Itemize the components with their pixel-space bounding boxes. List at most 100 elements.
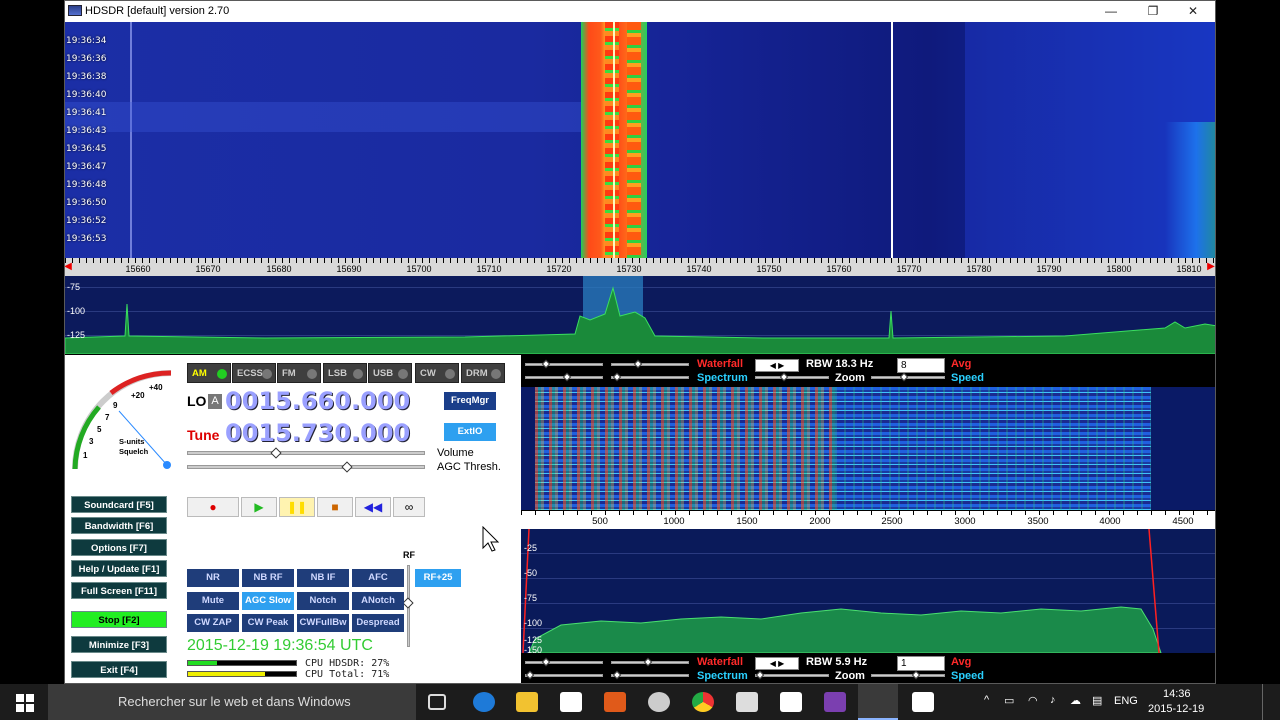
slider-knob[interactable]: [755, 670, 765, 680]
agc-threshold-slider-knob[interactable]: [341, 461, 353, 473]
slider-knob[interactable]: [911, 670, 921, 680]
despread-button[interactable]: Despread: [352, 614, 404, 632]
anotch-button[interactable]: ANotch: [352, 592, 404, 610]
audio-frequency-ruler[interactable]: 500 1000 1500 2000 2500 3000 3500 4000 4…: [521, 510, 1215, 529]
show-desktop-button[interactable]: [1262, 684, 1263, 720]
volume-slider[interactable]: [187, 451, 425, 455]
app-icon[interactable]: [912, 692, 934, 712]
volume-slider-knob[interactable]: [270, 447, 282, 459]
freqmgr-button[interactable]: FreqMgr: [444, 392, 496, 410]
tune-frequency-display[interactable]: 0015.730.000: [225, 419, 410, 447]
speed-slider[interactable]: [871, 674, 945, 677]
mode-lsb-button[interactable]: LSB: [323, 363, 367, 383]
notification-icon[interactable]: ▤: [1092, 694, 1102, 707]
rbw-stepper[interactable]: ◀ ▶: [755, 657, 799, 670]
nb-if-button[interactable]: NB IF: [297, 569, 349, 587]
cw-zap-button[interactable]: CW ZAP: [187, 614, 239, 632]
avg-select[interactable]: 1: [897, 656, 945, 671]
rf-plus-25-button[interactable]: RF+25: [415, 569, 461, 587]
slider-knob[interactable]: [643, 657, 653, 667]
rbw-stepper[interactable]: ◀ ▶: [755, 359, 799, 372]
mute-button[interactable]: Mute: [187, 592, 239, 610]
chrome-browser-icon[interactable]: [692, 692, 714, 712]
stop-recording-button[interactable]: ■: [317, 497, 353, 517]
taskbar-time[interactable]: 14:36: [1163, 688, 1191, 700]
agc-slow-button[interactable]: AGC Slow: [242, 592, 294, 610]
afc-button[interactable]: AFC: [352, 569, 404, 587]
battery-icon[interactable]: ▭: [1004, 694, 1014, 707]
mode-fm-button[interactable]: FM: [277, 363, 321, 383]
volume-icon[interactable]: ♪: [1050, 694, 1056, 706]
options-button[interactable]: Options [F7]: [71, 539, 167, 556]
notch-button[interactable]: Notch: [297, 592, 349, 610]
tray-expand-icon[interactable]: ^: [984, 694, 989, 706]
edge-browser-icon[interactable]: [473, 692, 495, 712]
spectrum-contrast-slider[interactable]: [525, 674, 603, 677]
slider-knob[interactable]: [612, 372, 622, 382]
windows-start-icon[interactable]: [16, 694, 34, 712]
slider-knob[interactable]: [525, 670, 535, 680]
media-player-icon[interactable]: [604, 692, 626, 712]
pause-button[interactable]: ❚❚: [279, 497, 315, 517]
cloud-icon[interactable]: ☁: [1070, 694, 1081, 707]
help-update-button[interactable]: Help / Update [F1]: [71, 560, 167, 577]
audio-waterfall[interactable]: [521, 387, 1215, 510]
slider-knob[interactable]: [779, 372, 789, 382]
taskbar-search-box[interactable]: Rechercher sur le web et dans Windows: [48, 684, 416, 720]
mode-drm-button[interactable]: DRM: [461, 363, 505, 383]
mode-am-button[interactable]: AM: [187, 363, 231, 383]
soundcard-button[interactable]: Soundcard [F5]: [71, 496, 167, 513]
minimize-button[interactable]: —: [1091, 3, 1131, 21]
lo-frequency-display[interactable]: 0015.660.000: [225, 387, 410, 415]
loop-button[interactable]: ∞: [393, 497, 425, 517]
app-icon[interactable]: [736, 692, 758, 712]
nr-button[interactable]: NR: [187, 569, 239, 587]
zoom-slider[interactable]: [755, 674, 829, 677]
mode-usb-button[interactable]: USB: [368, 363, 412, 383]
agc-threshold-slider[interactable]: [187, 465, 425, 469]
mode-ecss-button[interactable]: ECSS: [232, 363, 276, 383]
close-button[interactable]: ✕: [1173, 3, 1213, 21]
cw-fullbw-button[interactable]: CWFullBw: [297, 614, 349, 632]
slider-knob[interactable]: [541, 359, 551, 369]
taskbar-date[interactable]: 2015-12-19: [1148, 703, 1204, 715]
rf-waterfall[interactable]: 19:36:34 19:36:36 19:36:38 19:36:40 19:3…: [65, 22, 1215, 258]
minimize-app-button[interactable]: Minimize [F3]: [71, 636, 167, 653]
avg-select[interactable]: 8: [897, 358, 945, 373]
rf-spectrum[interactable]: -75 -100 -125: [65, 276, 1215, 354]
audio-spectrum[interactable]: -25 -50 -75 -100 -125 -150: [521, 529, 1215, 653]
lo-vfo-badge[interactable]: A: [208, 394, 222, 409]
language-indicator[interactable]: ENG: [1114, 695, 1138, 707]
nb-rf-button[interactable]: NB RF: [242, 569, 294, 587]
waterfall-contrast-slider[interactable]: [525, 363, 603, 366]
exit-button[interactable]: Exit [F4]: [71, 661, 167, 678]
bandwidth-button[interactable]: Bandwidth [F6]: [71, 517, 167, 534]
rf-frequency-ruler[interactable]: ◀ ▶ 15660 15670 15680 15690 15700 15710 …: [65, 258, 1215, 276]
zoom-slider[interactable]: [755, 376, 829, 379]
store-icon[interactable]: [560, 692, 582, 712]
waterfall-brightness-slider[interactable]: [611, 363, 689, 366]
extio-button[interactable]: ExtIO: [444, 423, 496, 441]
scroll-left-icon[interactable]: ◀: [65, 261, 72, 272]
slider-knob[interactable]: [899, 372, 909, 382]
play-button[interactable]: ▶: [241, 497, 277, 517]
full-screen-button[interactable]: Full Screen [F11]: [71, 582, 167, 599]
slider-knob[interactable]: [562, 372, 572, 382]
spectrum-brightness-slider[interactable]: [611, 674, 689, 677]
cw-peak-button[interactable]: CW Peak: [242, 614, 294, 632]
slider-knob[interactable]: [633, 359, 643, 369]
app-icon[interactable]: [780, 692, 802, 712]
rewind-button[interactable]: ◀◀: [355, 497, 391, 517]
mode-cw-button[interactable]: CW: [415, 363, 459, 383]
stop-button[interactable]: Stop [F2]: [71, 611, 167, 628]
app-icon[interactable]: [824, 692, 846, 712]
wifi-icon[interactable]: ◠: [1028, 694, 1038, 707]
rf-gain-slider-knob[interactable]: [402, 597, 414, 609]
file-explorer-icon[interactable]: [516, 692, 538, 712]
task-view-icon[interactable]: [428, 694, 446, 710]
slider-knob[interactable]: [612, 670, 622, 680]
hdsdr-taskbar-icon[interactable]: [858, 684, 898, 720]
waterfall-contrast-slider[interactable]: [525, 661, 603, 664]
spectrum-brightness-slider[interactable]: [611, 376, 689, 379]
slider-knob[interactable]: [541, 657, 551, 667]
